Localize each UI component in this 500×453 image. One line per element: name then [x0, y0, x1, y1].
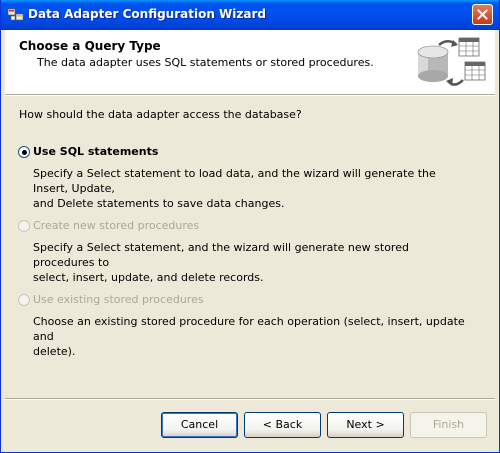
description-line: delete).	[33, 345, 76, 358]
option-label-use-existing-stored-procedures: Use existing stored procedures	[33, 293, 204, 306]
next-button[interactable]: Next >	[327, 412, 404, 438]
description-line: Specify a Select statement to load data,…	[33, 167, 436, 195]
database-grid-icon	[417, 37, 486, 86]
option-label-create-new-stored-procedures: Create new stored procedures	[33, 219, 200, 232]
close-icon	[477, 9, 488, 20]
page-title: Choose a Query Type	[19, 39, 161, 53]
radio-create-new-stored-procedures	[18, 220, 30, 232]
page-subtitle: The data adapter uses SQL statements or …	[37, 56, 374, 69]
wizard-window: Data Adapter Configuration Wizard Choose…	[0, 0, 500, 453]
wizard-header: Choose a Query Type The data adapter use…	[5, 30, 495, 94]
radio-use-existing-stored-procedures	[18, 294, 30, 306]
question-label: How should the data adapter access the d…	[19, 108, 302, 121]
cancel-button[interactable]: Cancel	[161, 412, 238, 438]
window-title: Data Adapter Configuration Wizard	[28, 7, 266, 21]
option-description-create-new-stored-procedures: Specify a Select statement, and the wiza…	[33, 240, 473, 285]
footer-separator	[5, 398, 495, 400]
description-line: Choose an existing stored procedure for …	[33, 315, 465, 343]
title-bar[interactable]: Data Adapter Configuration Wizard	[1, 0, 499, 30]
description-line: Specify a Select statement, and the wiza…	[33, 241, 409, 269]
option-label-use-sql-statements[interactable]: Use SQL statements	[33, 145, 158, 158]
app-icon	[7, 8, 24, 22]
option-description-use-existing-stored-procedures: Choose an existing stored procedure for …	[33, 314, 473, 359]
option-description-use-sql-statements: Specify a Select statement to load data,…	[33, 166, 473, 211]
close-button[interactable]	[472, 4, 493, 25]
header-separator	[5, 94, 495, 96]
finish-button: Finish	[410, 412, 487, 438]
back-button[interactable]: < Back	[244, 412, 321, 438]
description-line: and Delete statements to save data chang…	[33, 197, 285, 210]
radio-use-sql-statements[interactable]	[18, 146, 30, 158]
description-line: select, insert, update, and delete recor…	[33, 271, 264, 284]
